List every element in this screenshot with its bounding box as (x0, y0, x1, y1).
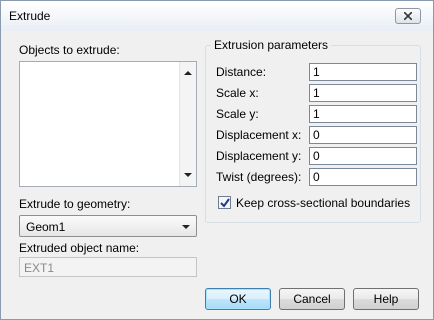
twist-label: Twist (degrees): (216, 170, 302, 184)
title-bar[interactable]: Extrude (1, 1, 433, 31)
scale-x-value: 1 (313, 86, 320, 100)
object-name-value: EXT1 (24, 261, 55, 275)
twist-input[interactable]: 0 (309, 168, 417, 186)
close-icon (404, 12, 412, 20)
distance-label: Distance: (216, 65, 267, 79)
displacement-y-input[interactable]: 0 (309, 147, 417, 165)
distance-value: 1 (313, 65, 320, 79)
name-label: Extruded object name: (19, 241, 140, 255)
distance-input[interactable]: 1 (309, 63, 417, 81)
displacement-y-value: 0 (313, 149, 320, 163)
extrude-dialog: Extrude Objects to extrude: Extrude to g… (0, 0, 434, 320)
keep-boundaries-label[interactable]: Keep cross-sectional boundaries (236, 196, 410, 210)
chevron-down-icon (182, 225, 190, 229)
scale-y-value: 1 (313, 107, 320, 121)
geometry-select-value: Geom1 (26, 220, 66, 234)
scroll-down-arrow-icon[interactable] (184, 173, 192, 177)
checkmark-icon (220, 198, 230, 208)
scale-x-label: Scale x: (216, 86, 259, 100)
geometry-select[interactable]: Geom1 (19, 215, 197, 237)
help-button[interactable]: Help (353, 288, 419, 310)
scroll-up-arrow-icon[interactable] (184, 71, 192, 75)
close-button[interactable] (395, 8, 421, 24)
extrusion-parameters-title: Extrusion parameters (211, 38, 332, 52)
twist-value: 0 (313, 170, 320, 184)
objects-label: Objects to extrude: (19, 43, 120, 57)
keep-boundaries-checkbox[interactable] (218, 196, 231, 209)
ok-button[interactable]: OK (205, 288, 271, 310)
objects-listbox[interactable] (19, 61, 197, 187)
scale-y-input[interactable]: 1 (309, 105, 417, 123)
displacement-x-input[interactable]: 0 (309, 126, 417, 144)
displacement-x-label: Displacement x: (216, 128, 302, 142)
cancel-button[interactable]: Cancel (279, 288, 345, 310)
objects-scrollbar[interactable] (179, 62, 196, 186)
dialog-title: Extrude (9, 9, 51, 23)
displacement-y-label: Displacement y: (216, 149, 302, 163)
object-name-field: EXT1 (19, 257, 197, 277)
scale-x-input[interactable]: 1 (309, 84, 417, 102)
geometry-label: Extrude to geometry: (19, 197, 131, 211)
displacement-x-value: 0 (313, 128, 320, 142)
scale-y-label: Scale y: (216, 107, 259, 121)
